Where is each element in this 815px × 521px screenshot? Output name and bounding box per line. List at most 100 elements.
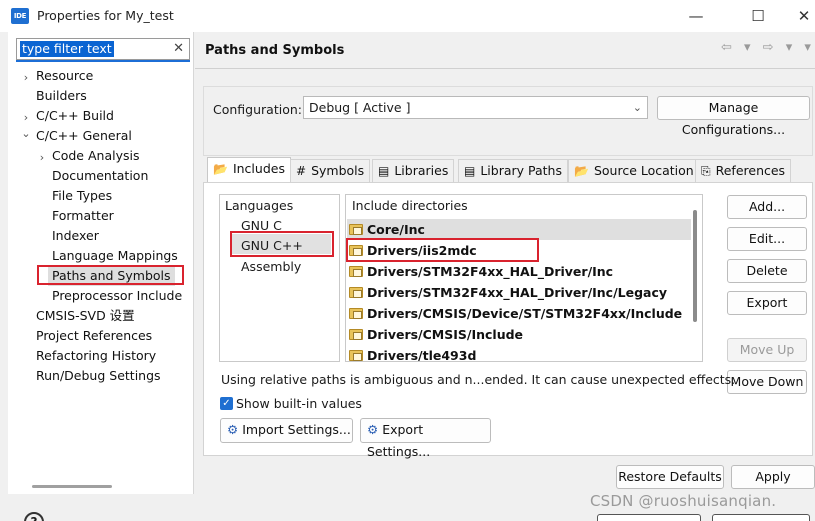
directory-path: Drivers/CMSIS/Device/ST/STM32F4xx/Includ… (367, 306, 683, 321)
language-item-assembly[interactable]: Assembly (241, 259, 301, 274)
move-up-button[interactable]: Move Up (727, 338, 807, 362)
list-item[interactable]: Drivers/tle493d (347, 345, 691, 361)
highlight-annotation (37, 265, 184, 285)
tab-label: Includes (232, 161, 285, 176)
tab-label: Source Location (593, 163, 694, 178)
tree-item-documentation[interactable]: Documentation (52, 166, 148, 186)
apply-button[interactable]: Apply (731, 465, 815, 489)
filter-input[interactable]: type filter text ✕ (16, 38, 190, 60)
vertical-scrollbar[interactable] (693, 210, 697, 322)
help-icon[interactable]: ? (24, 512, 44, 521)
import-settings-button[interactable]: ⚙ Import Settings... (220, 418, 353, 443)
tab-label: Libraries (394, 163, 449, 178)
tab-libraries[interactable]: ▤ Libraries (372, 159, 455, 183)
tree-item-indexer[interactable]: Indexer (52, 226, 99, 246)
close-button[interactable]: ✕ (784, 4, 815, 28)
list-item[interactable]: Drivers/STM32F4xx_HAL_Driver/Inc/Legacy (347, 282, 691, 303)
list-item[interactable]: Drivers/CMSIS/Device/ST/STM32F4xx/Includ… (347, 303, 691, 324)
cancel-button[interactable] (712, 514, 810, 521)
minimize-button[interactable]: — (676, 4, 716, 28)
import-icon: ⚙ (227, 422, 243, 437)
tree-item-cpp-general[interactable]: C/C++ General (36, 126, 132, 146)
directory-path: Drivers/tle493d (367, 348, 477, 361)
include-folder-icon (349, 224, 363, 235)
tree-item-builders[interactable]: Builders (36, 86, 87, 106)
show-builtin-label: Show built-in values (236, 396, 362, 411)
page-title: Paths and Symbols (205, 43, 345, 58)
list-item[interactable]: Core/Inc (347, 219, 691, 240)
maximize-button[interactable]: ☐ (738, 4, 778, 28)
list-item[interactable]: Drivers/CMSIS/Include (347, 324, 691, 345)
move-down-button[interactable]: Move Down (727, 370, 807, 394)
tree-item-cpp-build[interactable]: C/C++ Build (36, 106, 114, 126)
references-icon: ⎘ (701, 164, 711, 178)
configuration-select[interactable]: Debug [ Active ] ⌄ (303, 96, 648, 119)
tab-library-paths[interactable]: ▤ Library Paths (458, 159, 568, 183)
tree-item-refactoring-history[interactable]: Refactoring History (36, 346, 156, 366)
expand-arrow-icon[interactable]: › (20, 68, 32, 88)
folder-icon: 📂 (213, 162, 228, 176)
expand-arrow-icon[interactable]: › (36, 148, 48, 168)
window-title: Properties for My_test (37, 8, 174, 23)
filter-focus-underline (16, 60, 190, 62)
collapse-arrow-icon[interactable]: ⌄ (20, 124, 32, 144)
directory-path: Drivers/STM32F4xx_HAL_Driver/Inc (367, 264, 614, 279)
library-icon: ▤ (464, 164, 476, 178)
include-folder-icon (349, 350, 363, 361)
configuration-label: Configuration: (213, 102, 302, 117)
tab-label: References (715, 163, 786, 178)
watermark: CSDN @ruoshuisanqian. (590, 492, 777, 510)
tree-item-cmsis-svd[interactable]: CMSIS-SVD 设置 (36, 306, 135, 326)
export-settings-button[interactable]: ⚙ Export Settings... (360, 418, 491, 459)
chevron-down-icon: ⌄ (632, 101, 642, 114)
tab-references[interactable]: ⎘ References (695, 159, 792, 183)
tree-item-run-debug-settings[interactable]: Run/Debug Settings (36, 366, 161, 386)
show-builtin-checkbox[interactable]: ✓ (220, 397, 233, 410)
tree-item-resource[interactable]: Resource (36, 66, 93, 86)
app-logo-icon: IDE (11, 8, 29, 24)
include-directories-heading: Include directories (352, 198, 468, 213)
edit-button[interactable]: Edit... (727, 227, 807, 251)
tab-source-location[interactable]: 📂 Source Location (568, 159, 700, 183)
tab-includes[interactable]: 📂 Includes (207, 157, 291, 183)
manage-configurations-button[interactable]: Manage Configurations... (657, 96, 810, 137)
include-folder-icon (349, 266, 363, 277)
clear-filter-icon[interactable]: ✕ (173, 41, 184, 56)
filter-input-text: type filter text (20, 41, 114, 57)
highlight-annotation (230, 231, 334, 257)
tree-item-project-references[interactable]: Project References (36, 326, 152, 346)
directory-path: Core/Inc (367, 222, 425, 237)
horizontal-scrollbar[interactable] (32, 485, 112, 488)
tree-item-preprocessor-include[interactable]: Preprocessor Include (52, 286, 182, 306)
tab-label: Symbols (311, 163, 365, 178)
tab-symbols[interactable]: # Symbols (290, 159, 371, 183)
export-icon: ⚙ (367, 422, 383, 437)
library-icon: ▤ (378, 164, 390, 178)
directory-path: Drivers/STM32F4xx_HAL_Driver/Inc/Legacy (367, 285, 668, 300)
export-button[interactable]: Export (727, 291, 807, 315)
tree-item-language-mappings[interactable]: Language Mappings (52, 246, 178, 266)
tree-item-formatter[interactable]: Formatter (52, 206, 114, 226)
directory-path: Drivers/CMSIS/Include (367, 327, 524, 342)
tree-item-file-types[interactable]: File Types (52, 186, 112, 206)
restore-defaults-button[interactable]: Restore Defaults (616, 465, 724, 489)
title-bar: IDE Properties for My_test — ☐ ✕ (0, 0, 815, 32)
navigation-tree-pane: type filter text ✕ › Resource Builders ›… (8, 32, 194, 494)
hash-icon: # (296, 164, 307, 178)
include-folder-icon (349, 329, 363, 340)
divider (195, 68, 815, 69)
list-item[interactable]: Drivers/STM32F4xx_HAL_Driver/Inc (347, 261, 691, 282)
include-folder-icon (349, 287, 363, 298)
languages-heading: Languages (225, 198, 294, 213)
properties-page: Paths and Symbols ⇦ ▾ ⇨ ▾ ▾ Configuratio… (195, 32, 815, 494)
tab-label: Library Paths (480, 163, 562, 178)
apply-and-close-button[interactable] (597, 514, 701, 521)
add-button[interactable]: Add... (727, 195, 807, 219)
relative-path-notice: Using relative paths is ambiguous and n.… (221, 372, 736, 387)
include-folder-icon (349, 308, 363, 319)
delete-button[interactable]: Delete (727, 259, 807, 283)
history-nav-icon[interactable]: ⇦ ▾ ⇨ ▾ ▾ (721, 40, 815, 55)
configuration-value: Debug [ Active ] (309, 100, 411, 115)
button-label: Import Settings... (242, 422, 351, 437)
tree-item-code-analysis[interactable]: Code Analysis (52, 146, 139, 166)
